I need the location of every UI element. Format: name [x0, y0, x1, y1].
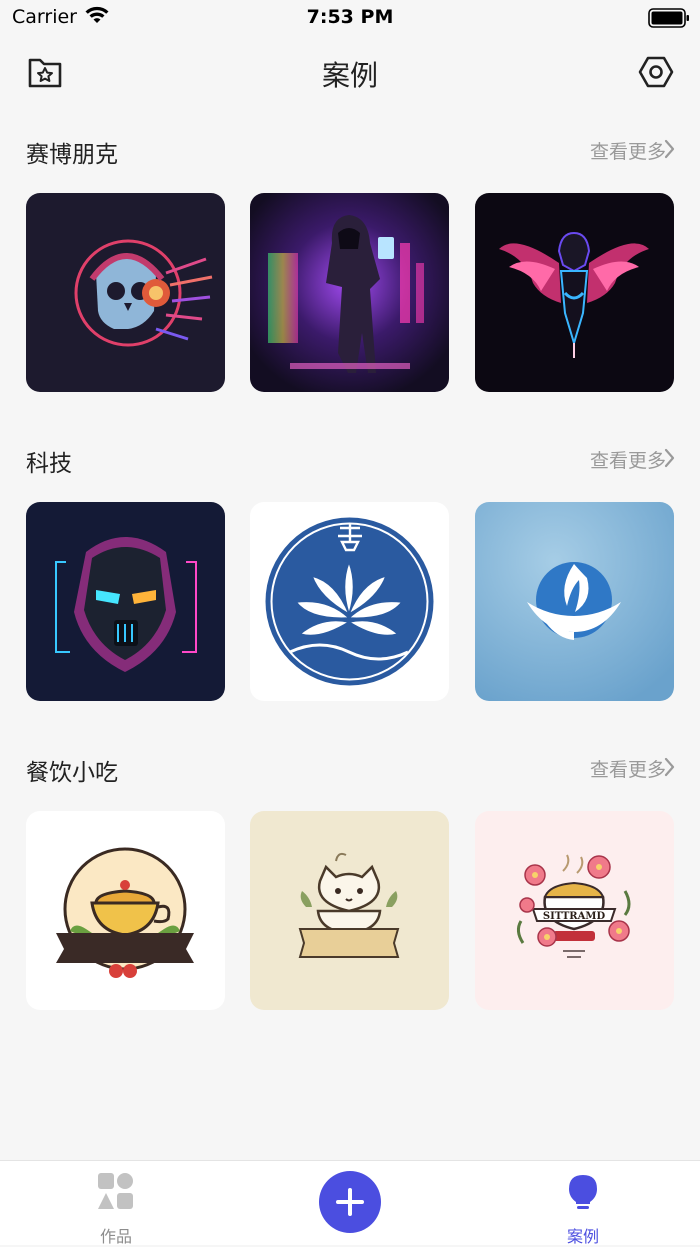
view-more-link[interactable]: 查看更多 [590, 755, 666, 782]
tech-robot-mask-neon [26, 502, 225, 701]
chevron-right-icon[interactable] [664, 139, 676, 163]
food-teapot-banner-logo [26, 811, 225, 1010]
case-thumbnail[interactable] [250, 811, 449, 1010]
section-title: 餐饮小吃 [26, 760, 118, 786]
floral-logo-text: SITTRAMD [543, 911, 606, 922]
cyberpunk-winged-neon-emblem [475, 193, 674, 392]
tech-blue-lotus-seal [250, 502, 449, 701]
shapes-grid-icon [98, 1173, 134, 1215]
add-button[interactable] [319, 1171, 381, 1233]
chevron-right-icon[interactable] [664, 448, 676, 472]
tab-cases-label: 案例 [566, 1227, 599, 1246]
section-header-tech: 科技 查看更多 [0, 440, 700, 480]
case-thumbnail[interactable] [250, 502, 449, 701]
food-floral-teapot-logo: SITTRAMD [475, 811, 674, 1010]
case-thumbnail[interactable] [250, 193, 449, 392]
section-header-food: 餐饮小吃 查看更多 [0, 749, 700, 789]
lightbulb-icon [565, 1173, 601, 1215]
tab-works-label: 作品 [99, 1227, 132, 1246]
section-header-cyberpunk: 赛博朋克 查看更多 [0, 131, 700, 171]
food-cat-teacup-logo [250, 811, 449, 1010]
case-thumbnail[interactable] [26, 811, 225, 1010]
battery-icon [648, 8, 690, 32]
case-thumbnail[interactable] [26, 502, 225, 701]
page-title: 案例 [321, 59, 378, 92]
cyberpunk-hooded-figure-neon [250, 193, 449, 392]
status-time: 7:53 PM [306, 6, 394, 28]
case-thumbnail[interactable] [475, 193, 674, 392]
tab-cases[interactable]: 案例 [523, 1169, 643, 1246]
view-more-link[interactable]: 查看更多 [590, 137, 666, 164]
status-bar: Carrier 7:53 PM [0, 0, 700, 36]
tab-works[interactable]: 作品 [56, 1169, 176, 1246]
tech-blue-flame-lotus [475, 502, 674, 701]
nav-bar: 案例 [0, 36, 700, 108]
chevron-right-icon[interactable] [664, 757, 676, 781]
case-thumbnail[interactable] [26, 193, 225, 392]
case-thumbnail[interactable]: SITTRAMD [475, 811, 674, 1010]
case-thumbnail[interactable] [475, 502, 674, 701]
section-title: 赛博朋克 [26, 142, 118, 168]
section-title: 科技 [26, 451, 72, 477]
view-more-link[interactable]: 查看更多 [590, 446, 666, 473]
hexagon-settings-icon[interactable] [638, 54, 674, 90]
cyberpunk-skull-headphones-logo [26, 193, 225, 392]
